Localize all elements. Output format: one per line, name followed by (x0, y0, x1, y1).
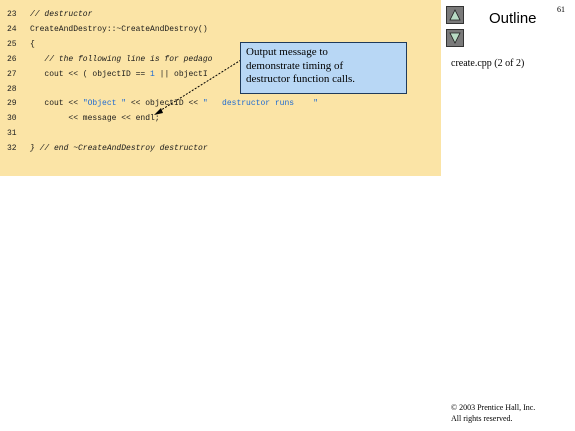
code-text: // destructor (30, 9, 92, 21)
code-text: // the following line is for pedago (30, 54, 212, 66)
string-literal: " destructor runs " (202, 99, 319, 109)
line-number: 27 (7, 69, 17, 79)
line-number: 23 (7, 10, 17, 19)
code-text: cout << ( objectID == 1 || objectI (30, 69, 208, 81)
previous-slide-button[interactable] (446, 6, 464, 24)
code-text: CreateAndDestroy::~CreateAndDestroy() (30, 24, 208, 36)
string-literal: "Object " (82, 99, 127, 109)
callout-note: Output message to demonstrate timing of … (240, 42, 407, 94)
callout-line: demonstrate timing of (246, 59, 344, 72)
line-number: 25 (7, 39, 17, 49)
copyright-line: © 2003 Prentice Hall, Inc. (451, 403, 536, 412)
code-token: { (30, 39, 35, 49)
line-number: 32 (7, 144, 17, 154)
code-text: cout << "Object " << objectID << " destr… (30, 98, 318, 110)
code-token: CreateAndDestroy::~CreateAndDestroy() (30, 24, 208, 34)
triangle-up-icon (449, 9, 461, 21)
line-number: 28 (7, 84, 17, 94)
code-token: cout << ( objectID == (30, 69, 151, 79)
line-number: 24 (7, 24, 17, 34)
callout-line: destructor function calls. (246, 73, 356, 85)
code-text: << message << endl; (30, 113, 160, 125)
file-reference: create.cpp (2 of 2) (451, 58, 525, 69)
code-text: } // end ~CreateAndDestroy destructor (30, 143, 208, 155)
line-number: 26 (7, 54, 17, 64)
line-number: 29 (7, 99, 17, 109)
outline-title: Outline (489, 10, 537, 27)
code-comment: // the following line is for pedago (30, 54, 213, 64)
code-comment: } // end ~CreateAndDestroy destructor (30, 144, 208, 154)
page-number: 61 (557, 5, 565, 14)
code-token: << message << endl; (30, 114, 160, 124)
code-token: cout << (30, 99, 83, 109)
line-number: 30 (7, 114, 17, 124)
code-token: || objectI (154, 69, 208, 79)
copyright-notice: © 2003 Prentice Hall, Inc. All rights re… (451, 402, 535, 424)
triangle-down-icon (449, 32, 461, 44)
next-slide-button[interactable] (446, 29, 464, 47)
code-token: << objectID << (126, 99, 203, 109)
code-comment: // destructor (30, 10, 93, 19)
copyright-line: All rights reserved. (451, 414, 513, 423)
code-text: { (30, 39, 35, 51)
line-number: 31 (7, 129, 17, 139)
callout-line: Output message to (246, 46, 328, 58)
